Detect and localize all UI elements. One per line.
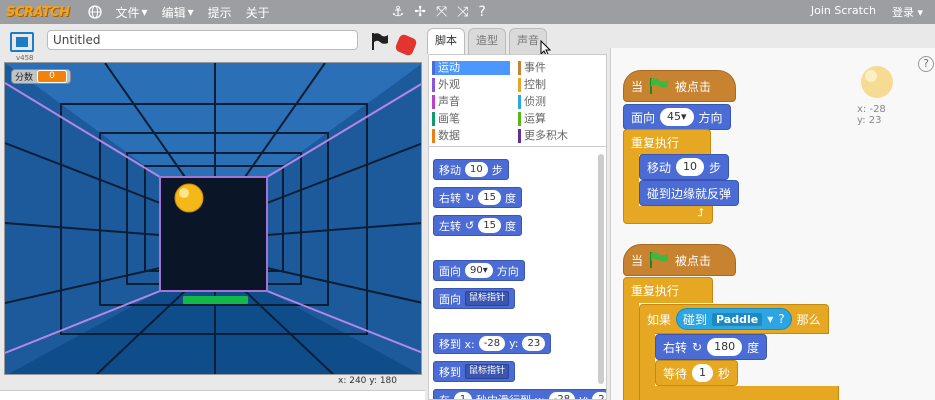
category-sound[interactable]: 声音 [432,95,510,109]
category-events[interactable]: 事件 [518,61,598,75]
rotate-right-icon: ↻ [465,191,475,204]
forever-block-2[interactable]: 重复执行 [623,277,713,303]
menu-bar: SCRATCH 文件 ▾ 编辑 ▾ 提示 关于 ⚓ ✢ ⤧ ⤨ ? Join Scr… [0,0,935,24]
category-list: 运动 事件 外观 控制 声音 侦测 画笔 运算 数据 更多积木 [428,54,607,146]
category-sensing[interactable]: 侦测 [518,95,598,109]
stop-icon[interactable] [394,33,418,57]
stage-header: v458 [0,24,425,62]
stage-backdrop [5,63,421,374]
about-menu[interactable]: 关于 [246,4,270,21]
green-flag-icon [650,78,669,94]
move-steps-block[interactable]: 移动 10 步 [639,154,730,180]
when-flag-clicked-hat[interactable]: 当 被点击 [623,70,736,102]
forever-arm-2 [623,302,639,400]
delete-icon[interactable]: ✢ [414,5,426,19]
forever-block[interactable]: 重复执行 [623,129,711,155]
go-to-xy-block[interactable]: 移到 x: -28 y: 23 [433,333,552,354]
move-steps-block[interactable]: 移动 10 步 [433,159,509,180]
shrink-icon[interactable]: ⤨ [457,5,468,19]
bounce-on-edge-block[interactable]: 碰到边缘就反弹 [639,180,740,206]
tab-scripts[interactable]: 脚本 [427,28,465,54]
category-looks[interactable]: 外观 [432,78,510,92]
category-data[interactable]: 数据 [432,129,510,143]
stage[interactable]: 分数 0 [4,62,422,375]
category-more-blocks[interactable]: 更多积木 [518,129,598,143]
sign-in-menu[interactable]: 登录 ▾ [892,4,923,20]
wait-block[interactable]: 等待 1 秒 [655,360,739,386]
turn-left-block[interactable]: 左转 ↺ 15 度 [433,215,522,236]
palette-scrollbar[interactable] [598,154,604,384]
mouse-coordinates: x: 240 y: 180 [338,376,398,386]
turn-right-block[interactable]: 右转 ↻ 15 度 [433,187,522,208]
point-towards-block[interactable]: 面向 鼠标指针 [433,288,516,309]
forever-bottom: ⮥ [623,206,713,224]
if-then-block[interactable]: 如果 碰到 Paddle ▾? 那么 [639,304,829,334]
turn-right-block[interactable]: 右转 ↻ 180 度 [655,334,768,360]
tips-menu[interactable]: 提示 [208,4,232,21]
tab-costumes[interactable]: 造型 [468,28,506,54]
version-label: v458 [16,54,34,62]
globe-icon[interactable] [87,5,102,19]
scratch-logo[interactable]: SCRATCH [6,5,70,20]
forever-arm [623,153,639,213]
join-scratch-link[interactable]: Join Scratch [811,4,876,20]
block-palette: 脚本 造型 声音 运动 事件 外观 控制 声音 侦测 画笔 运算 数据 更多积木… [425,24,610,400]
category-pen[interactable]: 画笔 [432,112,510,126]
palette-blocks: 移动 10 步 右转 ↻ 15 度 左转 ↺ 15 度 面向 90▾ 方向 面向 鼠标指针 移到 x:… [428,146,607,400]
touching-block[interactable]: 碰到 Paddle ▾? [676,308,792,330]
glide-block[interactable]: 在 1 秒内滑行到 x: -28 y: 2 [433,389,606,399]
score-monitor[interactable]: 分数 0 [11,69,72,84]
if-bottom [639,386,839,400]
green-flag-icon [650,252,669,268]
edit-menu[interactable]: 编辑 ▾ [162,4,194,21]
when-flag-clicked-hat-2[interactable]: 当 被点击 [623,244,736,276]
sprite-thumbnail [861,66,893,98]
duplicate-icon[interactable]: ⚓ [392,5,405,19]
loop-arrow-icon: ⮥ [697,206,705,219]
sprite-pane [0,390,425,400]
rotate-right-icon: ↻ [692,340,703,354]
point-in-direction-block[interactable]: 面向 45▾ 方向 [623,104,731,130]
sprite-position: x: -28 y: 23 [857,104,886,126]
file-menu[interactable]: 文件 ▾ [116,4,148,21]
grow-icon[interactable]: ⤧ [436,5,447,19]
category-operators[interactable]: 运算 [518,112,598,126]
go-to-block[interactable]: 移到 鼠标指针 [433,361,516,382]
point-in-direction-block[interactable]: 面向 90▾ 方向 [433,260,525,281]
green-flag-icon[interactable] [369,31,389,51]
fullscreen-icon[interactable] [10,32,34,52]
block-help-icon[interactable]: ? [478,5,485,19]
rotate-left-icon: ↺ [465,219,475,232]
category-motion[interactable]: 运动 [432,61,510,75]
help-icon[interactable]: ? [918,56,934,72]
tab-bar: 脚本 造型 声音 [425,28,547,54]
project-title-input[interactable] [47,30,358,50]
score-monitor-label: 分数 [15,73,34,83]
category-control[interactable]: 控制 [518,78,598,92]
scripts-area[interactable]: ? x: -28 y: 23 当 被点击 面向 45▾ 方向 重复执行 移动 10 步 碰… [610,48,935,400]
scripts-top-strip [610,24,935,48]
score-monitor-value: 0 [37,70,68,83]
